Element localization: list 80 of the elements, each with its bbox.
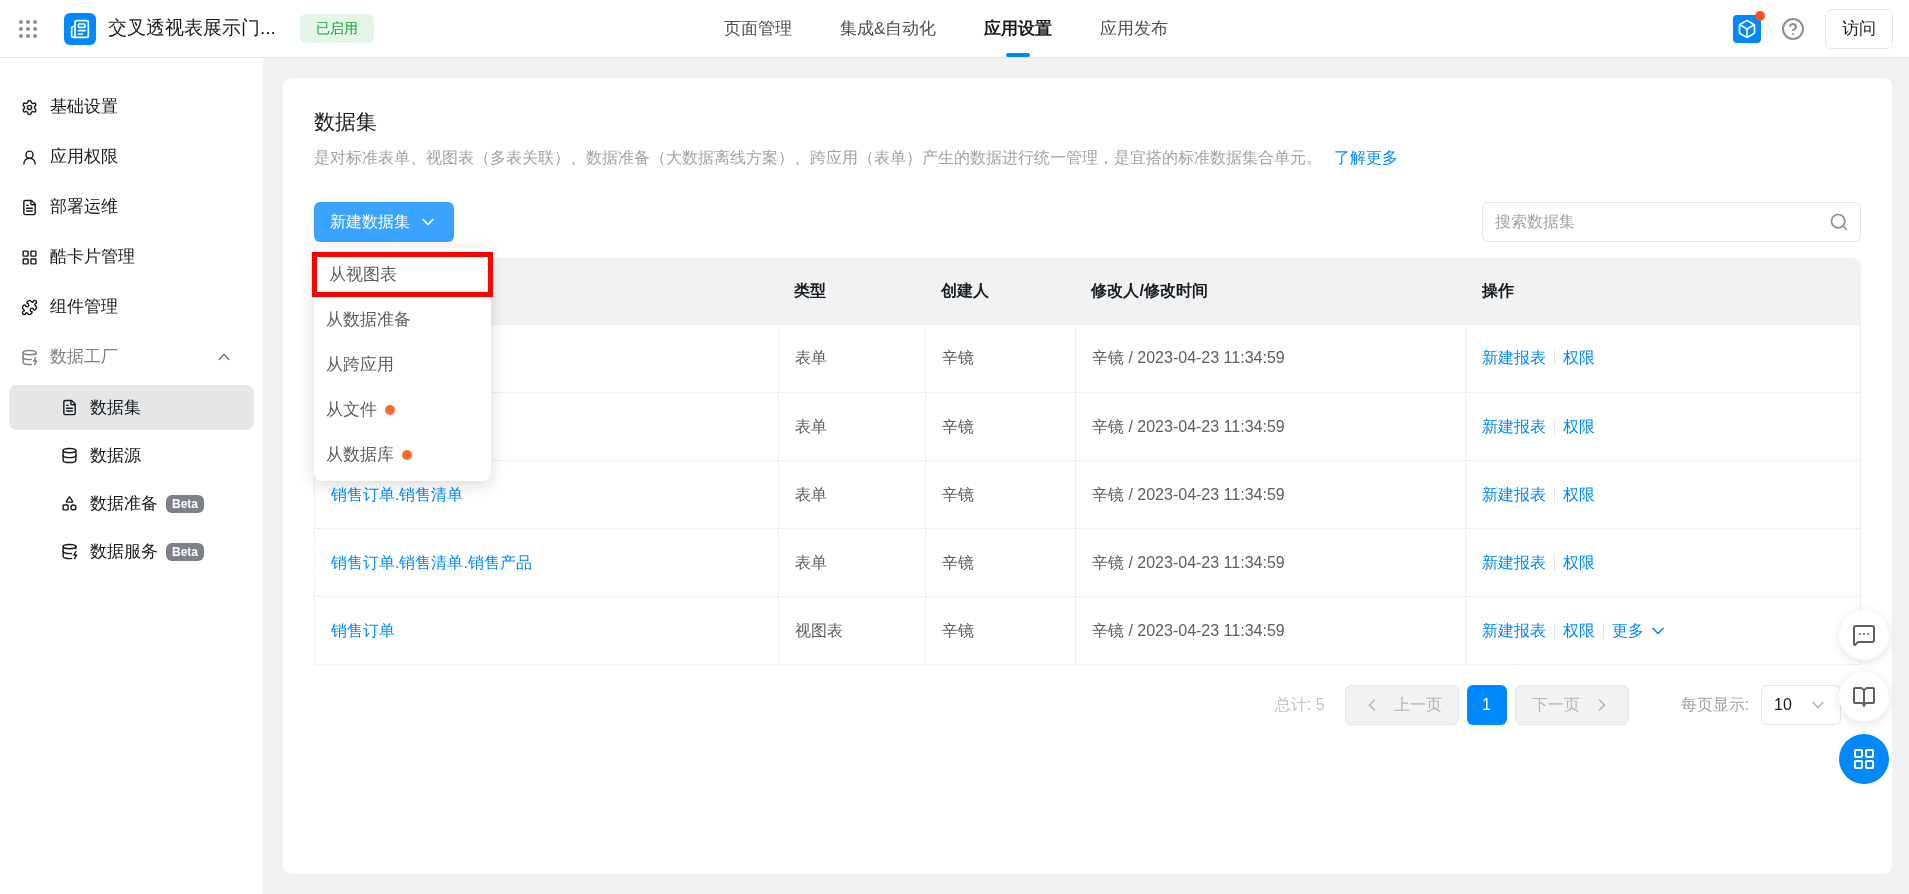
table-cell: 表单 (794, 417, 827, 435)
sidebar-item[interactable]: 组件管理 (9, 282, 254, 332)
table-cell: 辛镜 / 2023-04-23 11:34:59 (1091, 349, 1285, 367)
menu-item[interactable]: 从跨应用 (314, 342, 491, 387)
dataset-link[interactable]: 销售订单.销售清单 (331, 485, 464, 503)
document-icon (61, 399, 78, 416)
menu-item[interactable]: 从数据库 (314, 432, 491, 477)
chat-icon (1852, 623, 1876, 647)
grid-icon (1852, 747, 1876, 771)
dataset-link[interactable]: 销售订单 (331, 621, 395, 639)
table-cell: 辛镜 (941, 485, 974, 503)
table-cell: 辛镜 / 2023-04-23 11:34:59 (1091, 417, 1285, 435)
table-cell: 辛镜 (941, 417, 974, 435)
table-cell: 表单 (794, 553, 827, 571)
sidebar-item[interactable]: 数据工厂 (9, 332, 254, 382)
action-link[interactable]: 权限 (1563, 482, 1596, 507)
nav-tab[interactable]: 应用设置 (980, 0, 1057, 57)
action-link[interactable]: 新建报表 (1482, 414, 1547, 439)
page-title: 数据集 (314, 109, 378, 135)
action-link[interactable]: 权限 (1563, 618, 1596, 643)
grid-icon (21, 248, 38, 266)
table-cell: 视图表 (794, 621, 843, 639)
dataset-link[interactable]: 销售订单.销售清单.销售产品 (331, 553, 532, 571)
column-header: 类型 (794, 282, 827, 299)
page-size-label: 每页显示: (1680, 695, 1749, 715)
total-count: 总计: 5 (1274, 695, 1325, 715)
sidebar-subitem[interactable]: 数据准备 Beta (9, 481, 254, 526)
sidebar-item[interactable]: 酷卡片管理 (9, 232, 254, 282)
shapes-icon (61, 495, 78, 512)
action-link[interactable]: 新建报表 (1482, 346, 1547, 371)
menu-item[interactable]: 从数据准备 (314, 297, 491, 342)
document-icon (21, 198, 38, 216)
page-button[interactable]: 1 (1466, 685, 1507, 725)
help-icon[interactable] (1781, 16, 1805, 41)
sidebar-subitem[interactable]: 数据源 (9, 433, 254, 478)
status-tag: 已启用 (299, 14, 374, 43)
nav-tab[interactable]: 页面管理 (720, 0, 796, 57)
user-icon (21, 148, 38, 166)
table-cell: 表单 (794, 485, 827, 503)
column-header: 修改人/修改时间 (1091, 282, 1208, 299)
beta-badge: Beta (166, 494, 204, 513)
more-link[interactable]: 更多 (1612, 618, 1669, 643)
sidebar-subitem[interactable]: 数据集 (9, 385, 254, 430)
app-logo-icon (64, 12, 96, 45)
column-header: 创建人 (941, 282, 990, 299)
column-header: 操作 (1481, 282, 1514, 299)
table-cell: 表单 (794, 349, 827, 367)
app-name: 交叉透视表展示门... (108, 16, 276, 41)
puzzle-icon (21, 298, 38, 316)
action-link[interactable]: 权限 (1563, 346, 1596, 371)
table-cell: 辛镜 / 2023-04-23 11:34:59 (1091, 553, 1285, 571)
table-cell: 辛镜 (941, 621, 974, 639)
database-icon (61, 543, 78, 560)
page-description: 是对标准表单、视图表（多表关联）、数据准备（大数据离线方案）、跨应用（表单）产生的数据进行统一管理，是宜搭的标准数据集合单元。 (314, 148, 1322, 166)
nav-tab[interactable]: 集成&自动化 (836, 0, 941, 57)
gear-icon (21, 98, 38, 116)
menu-item[interactable]: 从视图表 (312, 252, 493, 297)
action-link[interactable]: 权限 (1563, 550, 1596, 575)
action-link[interactable]: 权限 (1563, 414, 1596, 439)
sidebar-item[interactable]: 基础设置 (9, 82, 254, 132)
learn-more-link[interactable]: 了解更多 (1334, 148, 1398, 166)
action-link[interactable]: 新建报表 (1482, 550, 1547, 575)
menu-item[interactable]: 从文件 (314, 387, 491, 432)
sidebar-item[interactable]: 部署运维 (9, 182, 254, 232)
table-cell: 辛镜 / 2023-04-23 11:34:59 (1091, 621, 1285, 639)
nav-tab[interactable]: 应用发布 (1096, 0, 1173, 57)
search-icon (1829, 211, 1849, 232)
action-link[interactable]: 新建报表 (1482, 482, 1547, 507)
search-field[interactable]: 搜索数据集 (1482, 201, 1861, 242)
table-cell: 辛镜 (941, 349, 974, 367)
sidebar-item[interactable]: 应用权限 (9, 132, 254, 182)
database-icon (61, 447, 78, 464)
table-cell: 辛镜 / 2023-04-23 11:34:59 (1091, 485, 1285, 503)
book-icon (1852, 685, 1876, 709)
action-link[interactable]: 新建报表 (1482, 618, 1547, 643)
beta-badge: Beta (166, 542, 204, 561)
database-icon (21, 348, 38, 366)
visit-button[interactable]: 访问 (1825, 8, 1893, 49)
sidebar-subitem[interactable]: 数据服务 Beta (9, 529, 254, 574)
table-cell: 辛镜 (941, 553, 974, 571)
